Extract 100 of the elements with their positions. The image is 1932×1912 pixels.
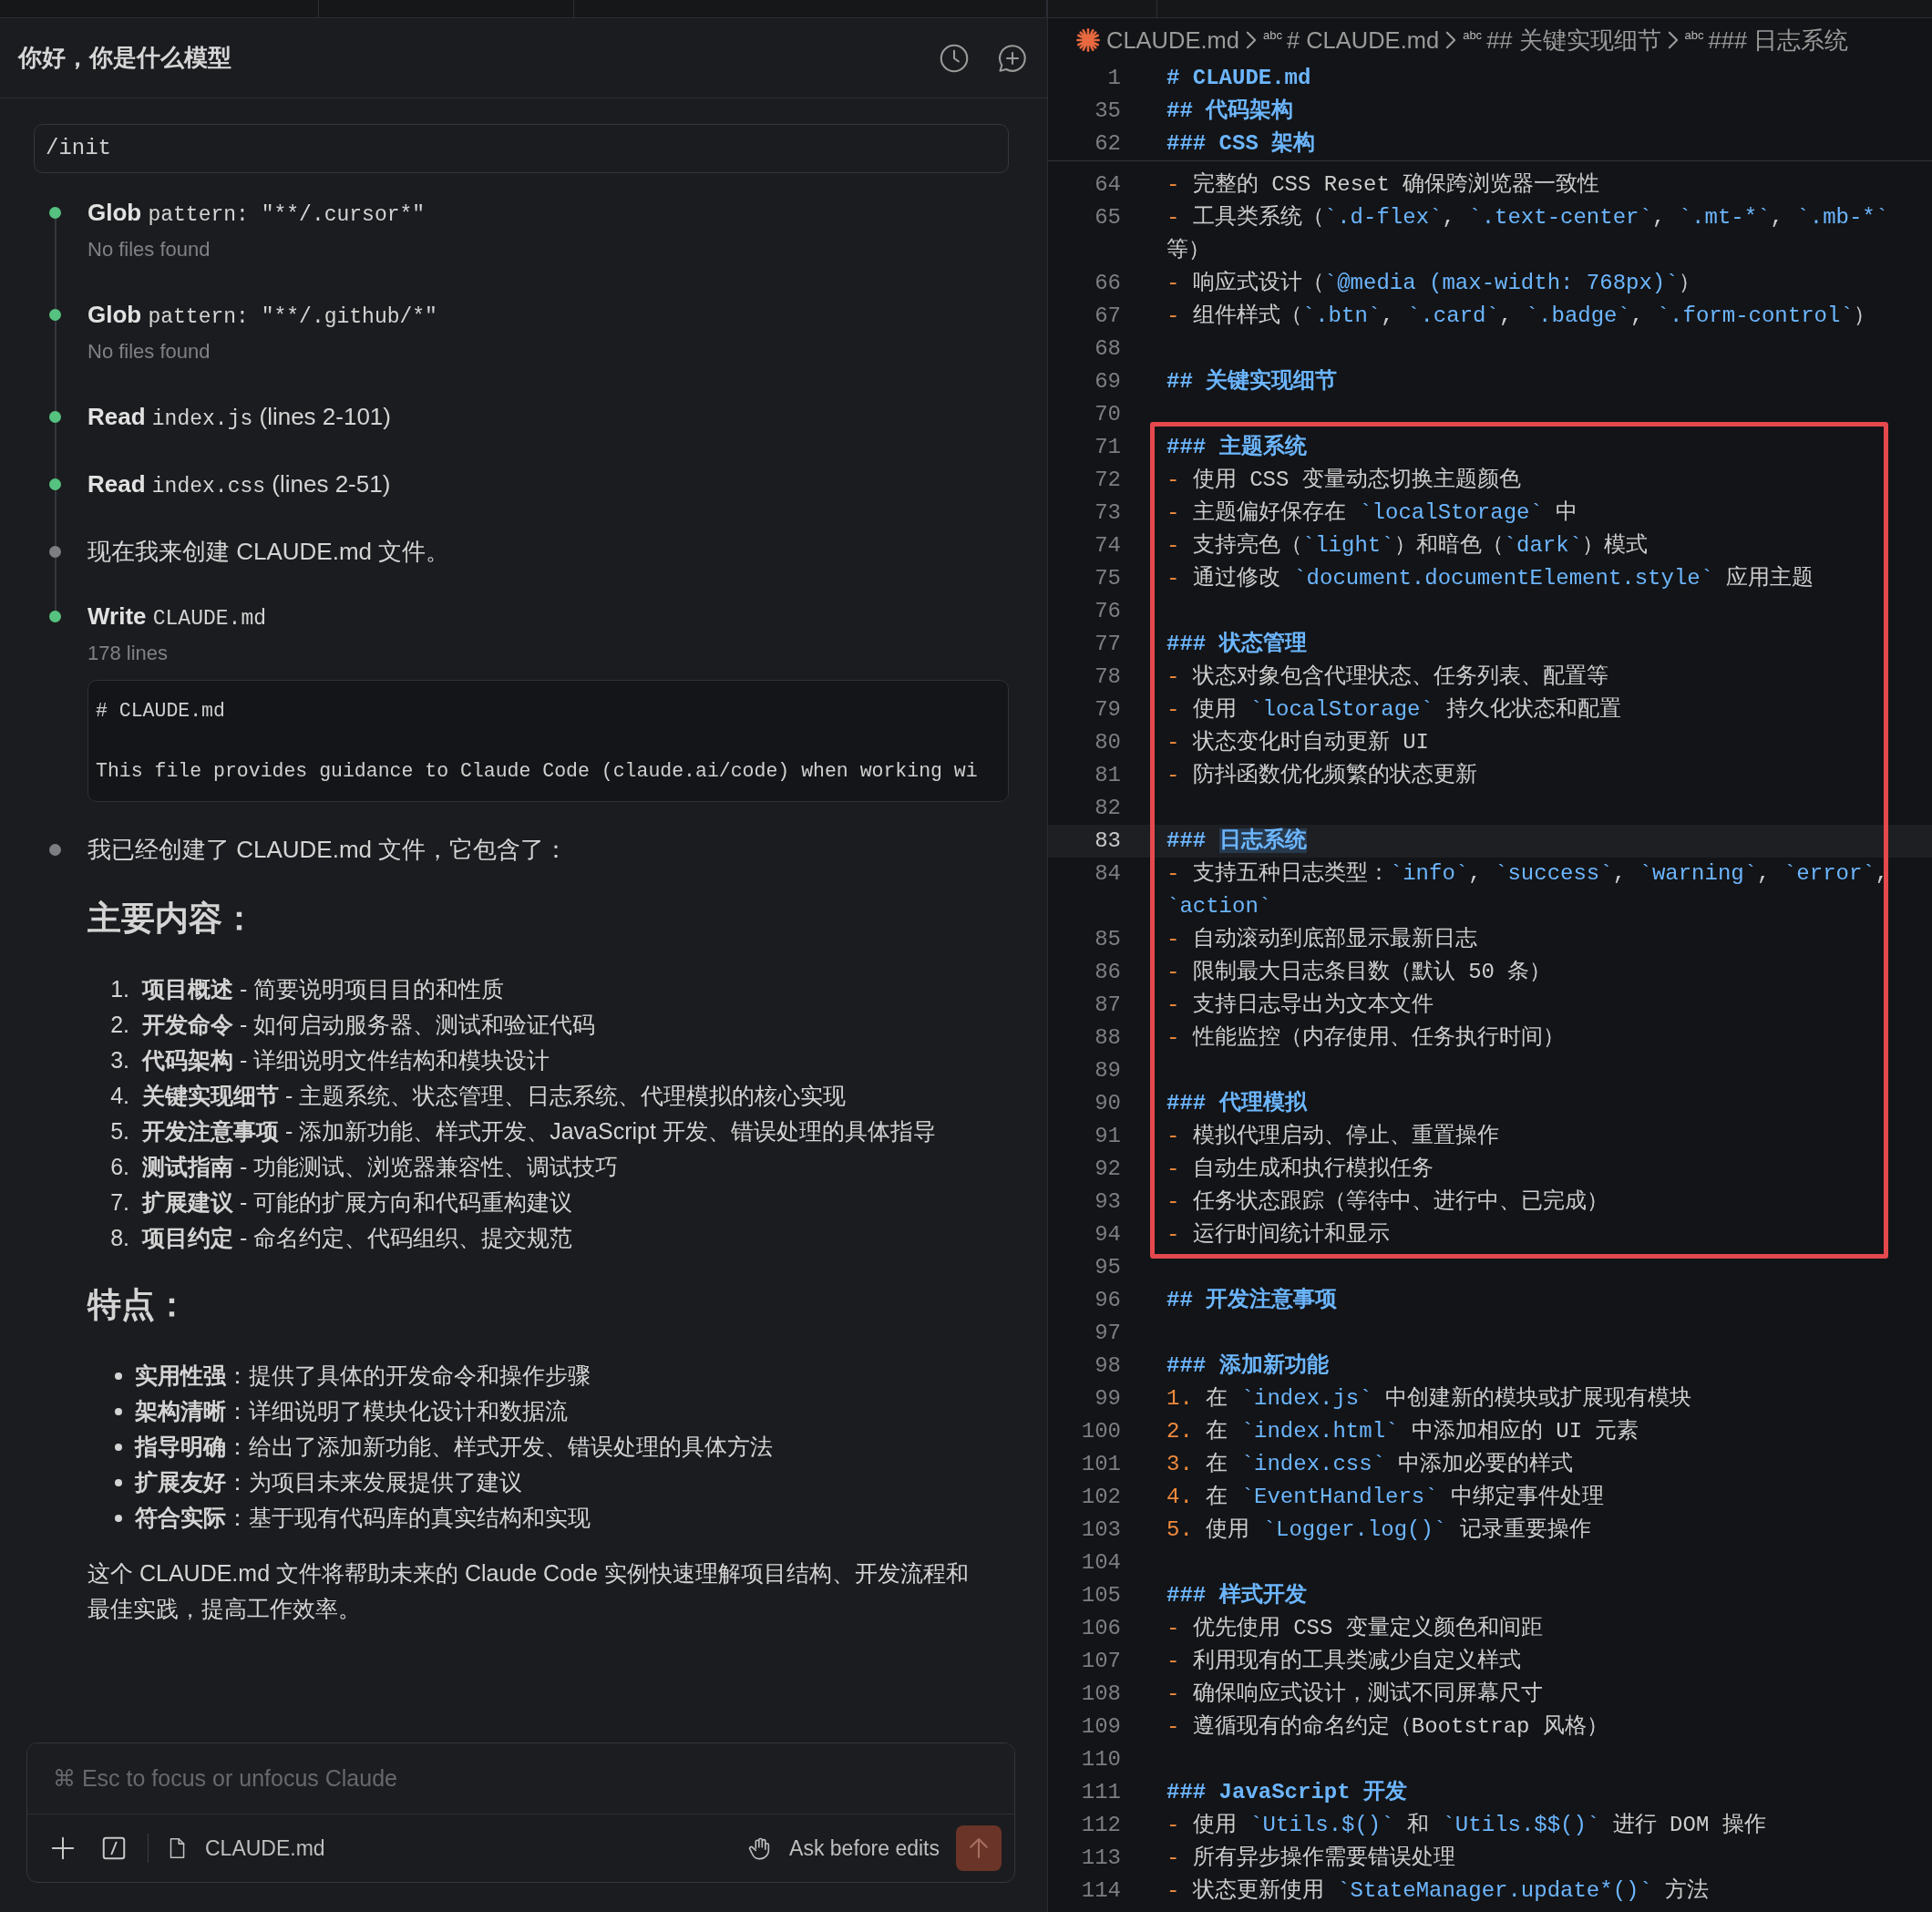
attached-file[interactable]: CLAUDE.md: [205, 1832, 325, 1865]
list-item-text: 扩展友好：为项目未来发展提供了建议: [135, 1468, 522, 1496]
line-number: 92: [1094, 1156, 1121, 1183]
code-line: 4. 在 `EventHandlers` 中绑定事件处理: [1166, 1484, 1605, 1511]
section-heading: 主要内容：: [87, 899, 257, 939]
code-line: # CLAUDE.md: [1166, 65, 1311, 92]
message-input[interactable]: ⌘ Esc to focus or unfocus Claude: [27, 1743, 1014, 1814]
breadcrumb-item[interactable]: CLAUDE.md: [1106, 22, 1239, 58]
code-line: ### 添加新功能: [1166, 1352, 1329, 1380]
asterisk-icon: [1075, 27, 1101, 53]
line-number: 72: [1094, 467, 1121, 494]
list-item-text: 实用性强：提供了具体的开发命令和操作步骤: [135, 1362, 591, 1390]
line-number: 67: [1094, 303, 1121, 330]
list-number: 5.: [109, 1117, 129, 1146]
edit-mode-toggle[interactable]: Ask before edits: [789, 1832, 940, 1865]
code-line: - 确保响应式设计，测试不同屏幕尺寸: [1166, 1681, 1543, 1708]
list-number: 6.: [109, 1153, 129, 1181]
code-line: - 组件样式（`.btn`, `.card`, `.badge`, `.form-control`）: [1166, 303, 1875, 330]
chevron-right-icon: [1666, 30, 1680, 50]
code-line: ### 日志系统: [1166, 827, 1307, 855]
code-line: ### 代理模拟: [1166, 1089, 1307, 1117]
preview-line: # CLAUDE.md: [96, 699, 226, 724]
line-number: 105: [1080, 1582, 1121, 1609]
line-number: 91: [1094, 1123, 1121, 1150]
line-number: 70: [1094, 401, 1121, 428]
line-number: 97: [1094, 1320, 1121, 1347]
code-line: ## 关键实现细节: [1166, 367, 1338, 396]
code-line: 5. 使用 `Logger.log()` 记录重要操作: [1166, 1516, 1591, 1544]
line-number: 86: [1094, 959, 1121, 986]
code-line: - 支持日志导出为文本文件: [1166, 992, 1434, 1019]
code-line: - 支持五种日志类型：`info`, `success`, `warning`, `error`,: [1166, 860, 1889, 888]
preview-line: This file provides guidance to Claude Code (claude.ai/code) when working wi: [96, 759, 979, 784]
code-line: - 优先使用 CSS 变量定义颜色和间距: [1166, 1615, 1543, 1642]
line-number: 69: [1094, 368, 1121, 396]
code-line: - 通过修改 `document.documentElement.style` 应用主题: [1166, 564, 1814, 592]
code-line: - 利用现有的工具类减少自定义样式: [1166, 1648, 1521, 1675]
breadcrumb-item[interactable]: $^{abc}$ ## 关键实现细节: [1463, 22, 1661, 58]
code-line: ### CSS 架构: [1166, 129, 1316, 158]
line-number: 64: [1094, 171, 1121, 199]
code-line: - 自动滚动到底部显示最新日志: [1166, 926, 1477, 953]
line-number: 100: [1080, 1418, 1121, 1445]
code-line: - 状态更新使用 `StateManager.update*()` 方法: [1166, 1876, 1710, 1905]
assistant-message: 现在我来创建 CLAUDE.md 文件。: [87, 537, 451, 567]
line-number: 68: [1094, 335, 1121, 363]
line-number: 90: [1094, 1090, 1121, 1117]
code-line: - 主题偏好保存在 `localStorage` 中: [1166, 499, 1578, 527]
composer-panel[interactable]: ⌘ Esc to focus or unfocus Claude CLAUDE.md Ask before edits: [26, 1742, 1015, 1883]
line-number: 93: [1094, 1188, 1121, 1216]
code-line: ### 样式开发: [1166, 1581, 1307, 1609]
bullet-icon: [115, 1478, 122, 1486]
line-number: 80: [1094, 729, 1121, 756]
line-number: 74: [1094, 532, 1121, 560]
list-item-text: 测试指南 - 功能测试、浏览器兼容性、调试技巧: [142, 1153, 619, 1181]
breadcrumb-item[interactable]: $^{abc}$ # CLAUDE.md: [1262, 22, 1440, 58]
tool-call-line: Write CLAUDE.md: [87, 601, 267, 632]
code-line: - 工具类系统（`.d-flex`, `.text-center`, `.mt-*`, `.mb-*`: [1166, 204, 1889, 231]
line-number: 110: [1080, 1746, 1121, 1773]
code-line: - 状态变化时自动更新 UI: [1166, 729, 1430, 756]
code-line: ### JavaScript 开发: [1166, 1779, 1408, 1806]
line-number: 114: [1080, 1877, 1121, 1905]
code-line: - 状态对象包含代理状态、任务列表、配置等: [1166, 663, 1608, 691]
bullet-icon: [115, 1372, 122, 1380]
list-item-text: 开发命令 - 如何启动服务器、测试和验证代码: [142, 1011, 596, 1039]
line-number: 113: [1080, 1845, 1121, 1872]
line-number: 102: [1080, 1484, 1121, 1511]
tool-result: No files found: [87, 339, 211, 365]
code-line: ## 开发注意事项: [1166, 1286, 1338, 1314]
line-number: 82: [1094, 795, 1121, 822]
line-number: 94: [1094, 1221, 1121, 1249]
code-line: - 运行时间统计和显示: [1166, 1221, 1390, 1249]
line-number: 79: [1094, 696, 1121, 724]
tool-call-line: Read index.css (lines 2-51): [87, 469, 392, 500]
code-line: - 使用 `localStorage` 持久化状态和配置: [1166, 696, 1622, 724]
line-number: 87: [1094, 992, 1121, 1019]
list-item-text: 项目约定 - 命名约定、代码组织、提交规范: [142, 1224, 573, 1252]
list-item-text: 代码架构 - 详细说明文件结构和模块设计: [142, 1046, 550, 1074]
tool-call-line: Read index.js (lines 2-101): [87, 402, 392, 433]
line-number: 96: [1094, 1287, 1121, 1314]
bullet-icon: [115, 1407, 122, 1415]
bullet-icon: [115, 1443, 122, 1451]
code-line: - 限制最大日志条目数（默认 50 条）: [1166, 959, 1552, 986]
line-number: 101: [1080, 1451, 1121, 1478]
section-heading: 特点：: [87, 1285, 190, 1325]
list-number: 8.: [109, 1224, 129, 1252]
code-line: - 防抖函数优化频繁的状态更新: [1166, 762, 1477, 789]
breadcrumb-item[interactable]: $^{abc}$ ### 日志系统: [1684, 22, 1849, 58]
code-line: - 所有异步操作需要错误处理: [1166, 1845, 1455, 1872]
line-number: 73: [1094, 499, 1121, 527]
code-line: `action`: [1166, 893, 1272, 920]
line-number: 104: [1080, 1549, 1121, 1577]
line-number: 1: [1106, 65, 1121, 92]
list-number: 4.: [109, 1082, 129, 1110]
list-number: 2.: [109, 1011, 129, 1039]
line-number: 35: [1094, 98, 1121, 125]
list-item-text: 项目概述 - 简要说明项目目的和性质: [142, 975, 505, 1003]
line-number: 71: [1094, 434, 1121, 461]
list-item-text: 符合实际：基于现有代码库的真实结构和实现: [135, 1504, 591, 1532]
line-number: 95: [1094, 1254, 1121, 1281]
line-number: 84: [1094, 860, 1121, 888]
code-line: ### 状态管理: [1166, 630, 1307, 658]
